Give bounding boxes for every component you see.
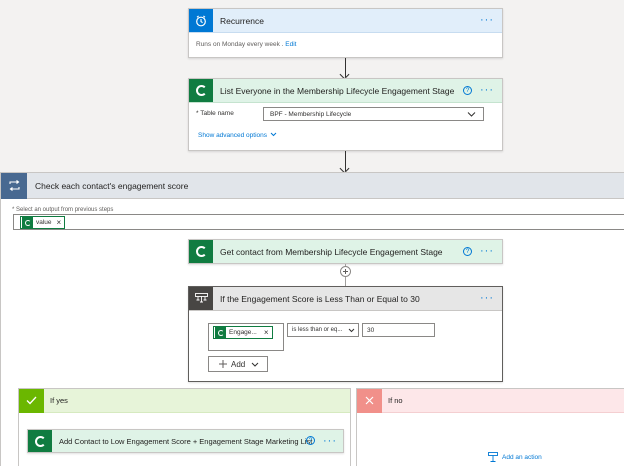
loop-header[interactable]: Check each contact's engagement score (1, 172, 624, 199)
get-contact-header[interactable]: Get contact from Membership Lifecycle En… (189, 240, 502, 263)
add-an-action-label: Add an action (502, 453, 542, 461)
recurrence-summary: Runs on Monday every week (196, 41, 280, 48)
engagement-score-token[interactable]: Engage... × (213, 326, 273, 339)
recurrence-header[interactable]: Recurrence ··· (189, 9, 502, 33)
add-to-list-more-menu[interactable]: ··· (323, 435, 337, 447)
condition-icon (189, 287, 213, 310)
dataverse-icon (189, 79, 213, 102)
list-rows-title: List Everyone in the Membership Lifecycl… (220, 85, 455, 96)
if-yes-label: If yes (50, 396, 68, 405)
condition-left-operand[interactable]: Engage... × (208, 323, 284, 351)
engagement-score-token-remove[interactable]: × (264, 328, 269, 337)
condition-operator-dropdown[interactable]: is less than or eq... (287, 323, 359, 337)
dataverse-icon (189, 240, 213, 263)
select-output-label: * Select an output from previous steps (12, 207, 114, 213)
list-rows-header[interactable]: List Everyone in the Membership Lifecycl… (189, 79, 502, 103)
help-icon[interactable]: ? (306, 436, 315, 445)
recurrence-title: Recurrence (220, 15, 264, 26)
add-to-list-card[interactable]: Add Contact to Low Engagement Score + En… (27, 429, 344, 453)
insert-step-plus-icon[interactable] (340, 266, 351, 277)
dataverse-icon (22, 217, 33, 228)
recurrence-more-menu[interactable]: ··· (480, 15, 494, 26)
engagement-score-token-label: Engage... (229, 329, 257, 336)
table-name-label: * Table name (196, 110, 234, 117)
get-contact-card[interactable]: Get contact from Membership Lifecycle En… (188, 239, 503, 264)
loop-title: Check each contact's engagement score (35, 180, 189, 191)
if-yes-branch[interactable]: If yes Add Contact to Low Engagement Sco… (18, 388, 351, 466)
chevron-down-icon (467, 112, 476, 117)
table-name-dropdown[interactable]: BPF - Membership Lifecycle (263, 107, 484, 121)
add-to-list-title: Add Contact to Low Engagement Score + En… (59, 436, 313, 446)
recurrence-card[interactable]: Recurrence ··· Runs on Monday every week… (188, 8, 503, 58)
if-no-branch[interactable]: If no Add an action (356, 388, 624, 466)
value-token-remove[interactable]: × (57, 218, 62, 227)
checkmark-icon (19, 388, 44, 413)
condition-more-menu[interactable]: ··· (480, 293, 494, 304)
list-rows-card[interactable]: List Everyone in the Membership Lifecycl… (188, 78, 503, 151)
chevron-down-icon (251, 362, 259, 367)
get-contact-title: Get contact from Membership Lifecycle En… (220, 246, 443, 257)
loop-icon (1, 172, 27, 199)
if-no-header[interactable]: If no (357, 388, 624, 413)
condition-add-label: Add (231, 359, 246, 369)
condition-right-operand[interactable]: 30 (362, 323, 435, 337)
condition-title: If the Engagement Score is Less Than or … (220, 293, 420, 304)
table-name-value: BPF - Membership Lifecycle (270, 110, 352, 118)
value-token-label: value (36, 219, 52, 226)
dataverse-icon (28, 430, 52, 452)
if-yes-header[interactable]: If yes (19, 388, 350, 413)
condition-operator-value: is less than or eq... (292, 327, 343, 333)
add-an-action-link[interactable]: Add an action (488, 452, 542, 462)
show-advanced-options[interactable]: Show advanced options (198, 132, 277, 139)
condition-add-button[interactable]: Add (208, 356, 268, 372)
value-token[interactable]: value × (20, 216, 66, 229)
help-icon[interactable]: ? (463, 86, 472, 95)
condition-right-value: 30 (367, 327, 375, 334)
add-action-icon (488, 452, 498, 462)
select-output-field[interactable]: value × (13, 214, 624, 230)
chevron-down-icon (348, 328, 355, 333)
add-to-list-header[interactable]: Add Contact to Low Engagement Score + En… (28, 430, 343, 452)
condition-card[interactable]: If the Engagement Score is Less Than or … (188, 286, 503, 382)
get-contact-more-menu[interactable]: ··· (480, 246, 494, 257)
close-icon (357, 388, 382, 413)
condition-header[interactable]: If the Engagement Score is Less Than or … (189, 287, 502, 311)
help-icon[interactable]: ? (463, 247, 472, 256)
clock-icon (189, 9, 213, 32)
plus-icon (219, 360, 227, 368)
if-no-label: If no (388, 396, 403, 405)
list-rows-more-menu[interactable]: ··· (480, 85, 494, 96)
recurrence-edit-link[interactable]: Edit (285, 41, 296, 48)
chevron-down-icon (270, 132, 277, 137)
show-advanced-link: Show advanced options (198, 132, 268, 139)
connector-arrow (345, 151, 346, 171)
dataverse-icon (215, 327, 226, 338)
connector-arrow (345, 58, 346, 77)
